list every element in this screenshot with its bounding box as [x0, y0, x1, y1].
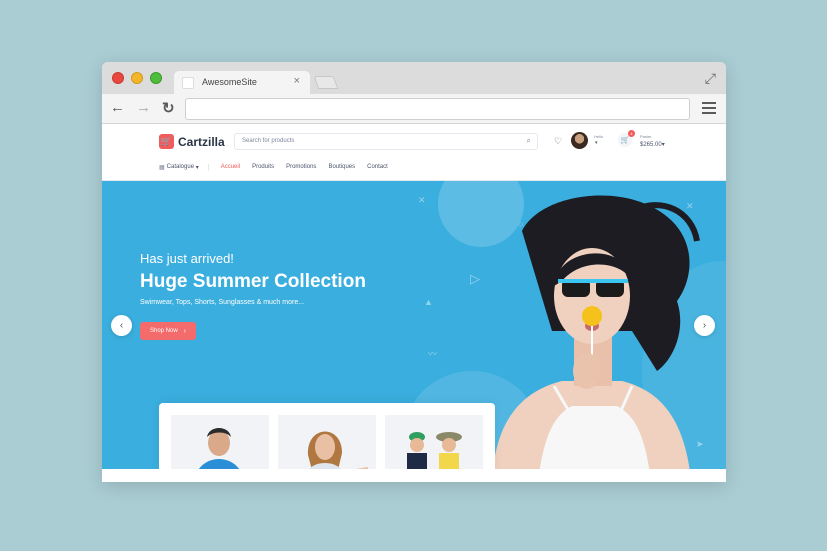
account-chevron-down-icon[interactable]: ▾ [595, 140, 598, 146]
logo-text: Cartzilla [178, 134, 225, 149]
browser-tab[interactable]: AwesomeSite × [174, 71, 310, 95]
maximize-window-button[interactable] [150, 72, 162, 84]
forward-button[interactable]: → [136, 99, 151, 116]
tab-close-button[interactable]: × [294, 75, 300, 87]
triangle-shape-icon: ▲ [424, 297, 433, 307]
fullscreen-icon[interactable]: ⤢ [705, 70, 716, 87]
cart-label: Panier [640, 134, 652, 139]
avatar[interactable] [571, 132, 588, 149]
nav-link-produits[interactable]: Produits [252, 164, 274, 170]
browser-titlebar: AwesomeSite × ⤢ [102, 62, 726, 95]
cart-count-badge: 4 [628, 130, 635, 137]
shop-now-label: Shop Now [149, 328, 178, 334]
cart-total[interactable]: $265.00▾ [640, 141, 665, 148]
nav-link-contact[interactable]: Contact [367, 164, 388, 170]
slider-next-button[interactable]: › [694, 315, 715, 336]
hero-subtitle: Has just arrived! [140, 251, 234, 266]
site-logo[interactable]: 🛒 Cartzilla [159, 134, 225, 149]
favicon-icon [182, 77, 194, 89]
category-image-men[interactable] [171, 415, 269, 469]
nav-link-accueil[interactable]: Accueil [221, 164, 240, 170]
nav-link-promotions[interactable]: Promotions [286, 164, 316, 170]
cart-logo-icon: 🛒 [159, 134, 174, 149]
browser-menu-icon[interactable] [702, 102, 716, 117]
chevron-down-icon: ▾ [194, 164, 199, 171]
hero-description: Swimwear, Tops, Shorts, Sunglasses & muc… [140, 299, 305, 306]
address-bar[interactable] [185, 98, 690, 120]
main-nav: ▦ Catalogue ▾ Accueil Produits Promotion… [159, 161, 388, 173]
wave-shape-icon: 〰 [428, 349, 438, 359]
x-shape-icon: ✕ [418, 195, 426, 205]
catalogue-dropdown[interactable]: ▦ Catalogue ▾ [159, 163, 209, 171]
chevron-right-icon: › [183, 327, 187, 335]
category-card[interactable] [159, 403, 495, 469]
shop-now-button[interactable]: Shop Now › [140, 322, 196, 340]
tab-title: AwesomeSite [202, 77, 257, 87]
category-image-kids[interactable] [385, 415, 483, 469]
search-icon[interactable]: ⌕ [527, 136, 531, 146]
back-button[interactable]: ← [110, 99, 125, 116]
minimize-window-button[interactable] [131, 72, 143, 84]
webpage: 🛒 Cartzilla Search for products ⌕ ♡ Hell… [102, 124, 726, 482]
slider-prev-button[interactable]: ‹ [111, 315, 132, 336]
close-window-button[interactable] [112, 72, 124, 84]
search-placeholder: Search for products [242, 138, 295, 144]
grid-icon: ▦ [159, 164, 165, 171]
wishlist-heart-icon[interactable]: ♡ [554, 136, 562, 147]
new-tab-button[interactable] [313, 76, 339, 89]
cart-total-value: $265.00 [640, 142, 662, 148]
triangle-shape-icon: ▷ [470, 271, 480, 286]
reload-button[interactable]: ↻ [162, 99, 175, 117]
page-content-area [102, 469, 726, 482]
account-label: Hello [594, 134, 604, 139]
search-input[interactable]: Search for products ⌕ [234, 133, 538, 150]
nav-link-boutiques[interactable]: Boutiques [328, 164, 355, 170]
browser-window: AwesomeSite × ⤢ ← → ↻ 🛒 Cartzilla Search… [102, 62, 726, 482]
browser-toolbar: ← → ↻ [102, 94, 726, 124]
model-photo [493, 195, 700, 469]
catalogue-label: Catalogue [166, 164, 195, 170]
category-image-women[interactable] [278, 415, 376, 469]
hero-slider: ✕ ✕ ○ ▷ ▲ 〰 ➤ Has just arrived! Huge Sum… [102, 181, 726, 469]
hero-title: Huge Summer Collection [140, 271, 366, 292]
